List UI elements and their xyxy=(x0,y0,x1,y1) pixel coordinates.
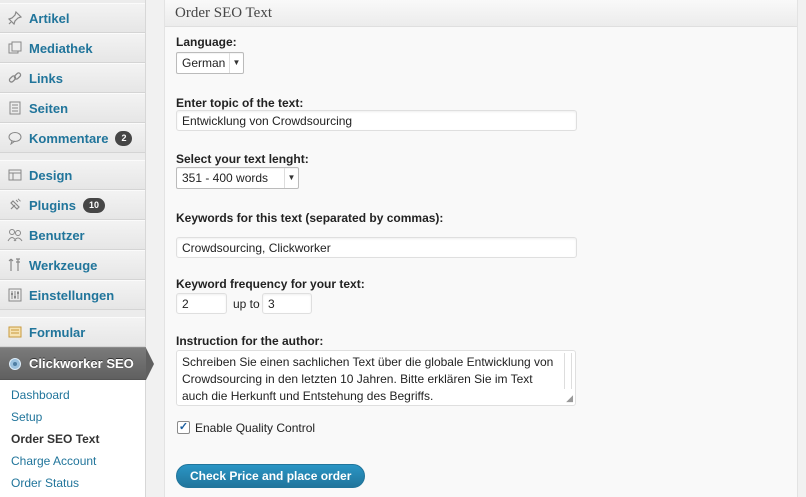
quality-control-label: Enable Quality Control xyxy=(195,421,316,435)
submenu-setup[interactable]: Setup xyxy=(0,406,145,428)
length-select[interactable]: 351 - 400 words ▼ xyxy=(176,167,299,189)
sidebar-item-plugins[interactable]: Plugins 10 xyxy=(0,190,145,220)
sidebar-item-einstellungen[interactable]: Einstellungen xyxy=(0,280,145,310)
language-value: German xyxy=(182,56,226,70)
resize-grip-icon[interactable]: ◢ xyxy=(566,393,573,404)
media-icon xyxy=(6,39,24,57)
submenu-charge-account[interactable]: Charge Account xyxy=(0,450,145,472)
instruction-textarea-wrapper: Schreiben Sie einen sachlichen Text über… xyxy=(176,350,576,406)
sidebar-item-label: Benutzer xyxy=(29,227,85,243)
sidebar-item-label: Plugins xyxy=(29,197,76,213)
submenu-order-seo-text[interactable]: Order SEO Text xyxy=(0,428,145,450)
users-icon xyxy=(6,226,24,244)
sidebar-item-label: Kommentare xyxy=(29,130,109,146)
clickworker-submenu: Dashboard Setup Order SEO Text Charge Ac… xyxy=(0,380,145,497)
sidebar-item-artikel[interactable]: Artikel xyxy=(0,3,145,33)
check-price-button[interactable]: Check Price and place order xyxy=(176,464,366,488)
sidebar-item-seiten[interactable]: Seiten xyxy=(0,93,145,123)
submenu-dashboard[interactable]: Dashboard xyxy=(0,384,145,406)
appearance-icon xyxy=(6,166,24,184)
settings-icon xyxy=(6,286,24,304)
sidebar-item-label: Einstellungen xyxy=(29,287,115,303)
plugin-icon xyxy=(6,196,24,214)
topic-label: Enter topic of the text: xyxy=(176,96,304,110)
sidebar-item-links[interactable]: Links xyxy=(0,63,145,93)
quality-control-checkbox[interactable]: ✓ xyxy=(177,421,190,434)
frequency-from-input[interactable] xyxy=(176,293,227,314)
page-title: Order SEO Text xyxy=(165,0,797,27)
keywords-label: Keywords for this text (separated by com… xyxy=(176,211,444,225)
instruction-label: Instruction for the author: xyxy=(176,334,324,348)
gear-icon xyxy=(6,355,24,373)
order-form-panel: Order SEO Text Language: German ▼ Enter … xyxy=(164,0,798,497)
language-label: Language: xyxy=(176,35,237,49)
sidebar-item-kommentare[interactable]: Kommentare 2 xyxy=(0,123,145,153)
submenu-order-status[interactable]: Order Status xyxy=(0,472,145,494)
sidebar-item-label: Clickworker SEO xyxy=(29,356,134,371)
sidebar-item-label: Werkzeuge xyxy=(29,257,98,273)
link-icon xyxy=(6,69,24,87)
frequency-label: Keyword frequency for your text: xyxy=(176,277,365,291)
topic-input[interactable] xyxy=(176,110,577,131)
sidebar-item-label: Formular xyxy=(29,324,86,340)
instruction-textarea[interactable]: Schreiben Sie einen sachlichen Text über… xyxy=(176,350,576,406)
sidebar-item-benutzer[interactable]: Benutzer xyxy=(0,220,145,250)
keywords-input[interactable] xyxy=(176,237,577,258)
textarea-scrollbar[interactable] xyxy=(564,353,572,389)
chevron-down-icon: ▼ xyxy=(284,168,298,188)
active-menu-arrow xyxy=(146,348,154,380)
admin-sidebar: Artikel Mediathek Links Seiten Kommentar… xyxy=(0,0,154,497)
sidebar-item-design[interactable]: Design xyxy=(0,160,145,190)
frequency-to-input[interactable] xyxy=(262,293,312,314)
pin-icon xyxy=(6,9,24,27)
sidebar-item-formular[interactable]: Formular xyxy=(0,317,145,347)
pages-icon xyxy=(6,99,24,117)
frequency-upto-text: up to xyxy=(233,297,260,311)
length-value: 351 - 400 words xyxy=(182,171,269,185)
chevron-down-icon: ▼ xyxy=(229,53,243,73)
sidebar-item-label: Design xyxy=(29,167,73,183)
length-label: Select your text lenght: xyxy=(176,152,309,166)
sidebar-item-label: Mediathek xyxy=(29,40,93,56)
form-icon xyxy=(6,323,24,341)
sidebar-item-clickworker-seo[interactable]: Clickworker SEO xyxy=(0,347,154,380)
comment-count-badge: 2 xyxy=(115,130,133,146)
sidebar-item-werkzeuge[interactable]: Werkzeuge xyxy=(0,250,145,280)
sidebar-item-mediathek[interactable]: Mediathek xyxy=(0,33,145,63)
sidebar-item-label: Artikel xyxy=(29,10,70,26)
sidebar-item-label: Seiten xyxy=(29,100,69,116)
plugin-update-badge: 10 xyxy=(82,197,105,213)
sidebar-item-label: Links xyxy=(29,70,63,86)
tools-icon xyxy=(6,256,24,274)
language-select[interactable]: German ▼ xyxy=(176,52,244,74)
comment-icon xyxy=(6,129,24,147)
